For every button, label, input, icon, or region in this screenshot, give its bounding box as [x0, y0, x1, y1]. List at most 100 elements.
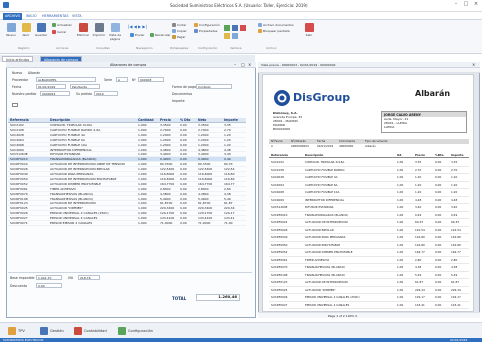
- pdf-cell: EMISOR UNIVERSAL 4 CANALES: [305, 302, 350, 307]
- table-row[interactable]: SUCRF0071 EMISOR EMISOR 2 CANALES 1,000 71,…: [8, 221, 246, 226]
- pdf-nav-bar[interactable]: Page 1 of 2 100% ▾: [258, 312, 480, 318]
- print-button[interactable]: Imprimir: [92, 23, 106, 41]
- pdf-row: SUCRF0123 ACTUADOR DE INTERRUPCION 1,00 61,…: [269, 279, 469, 287]
- pdf-cell: 129,17: [451, 295, 461, 299]
- list-icon[interactable]: [232, 33, 238, 39]
- pdf-row: SUC4064 CARTUCHO FUSIBLE 6A 1,00 1,20 0,00 1,…: [269, 182, 469, 189]
- paste-button[interactable]: Pegar: [172, 35, 186, 39]
- paste-icon: [172, 35, 176, 39]
- cascade-icon[interactable]: [232, 25, 238, 31]
- properties-icon: [194, 29, 198, 33]
- estado-select[interactable]: Pendiente: [70, 84, 100, 89]
- window-buttons[interactable]: [224, 25, 254, 39]
- pdf-cell: 4,38: [415, 265, 422, 269]
- pdf-col-referencia: Referencia: [271, 153, 288, 157]
- pdf-cell: 2,70: [451, 167, 458, 172]
- open-button[interactable]: Abrir: [19, 23, 33, 41]
- su-pedido-input[interactable]: 2019: [94, 91, 118, 96]
- save-button[interactable]: Guardar: [34, 23, 48, 41]
- nuestro-pedido-input[interactable]: 0000024: [40, 91, 70, 96]
- nav-arrows[interactable]: |◀ ◀ ▶ ▶|: [128, 24, 147, 29]
- pdf-cell: 0,00: [435, 235, 442, 239]
- pdf-cell: 1,00: [397, 175, 404, 179]
- refresh-button[interactable]: Actualizar: [52, 23, 72, 27]
- pdf-table-header: Referencia Descripción Ud. Precio %Dto. …: [269, 153, 469, 158]
- module-configuracion[interactable]: Configuración: [118, 327, 153, 335]
- pdf-cell: 61,87: [451, 280, 460, 284]
- maximize-icon[interactable]: □: [462, 1, 470, 8]
- tab-albaranes[interactable]: Albaranes de compra: [40, 55, 83, 62]
- tab-inicio-articulos[interactable]: Inicio artículos: [2, 55, 34, 62]
- totals-divider: [8, 272, 252, 273]
- properties-button[interactable]: Propiedades: [194, 29, 217, 33]
- pdf-cell: 61,87: [415, 280, 424, 284]
- pdf-cell: 1,00: [397, 272, 404, 277]
- pdf-row: SUC4069 INTERRUPTOR DIFERENCIAL 1,00 4,48 0,…: [269, 197, 469, 204]
- refresh-icon: [52, 23, 56, 27]
- recalc-button[interactable]: Recalcular: [150, 33, 171, 37]
- doc-title: Albarán: [415, 89, 451, 98]
- pdf-cell: 1,00: [397, 182, 404, 187]
- send-button[interactable]: Enviar: [130, 33, 144, 37]
- new-button[interactable]: Nuevo: [4, 23, 18, 41]
- lines-table-body: SUC2102 CORTACIR. TRIPOLAR 3x16A 1,000 3,35…: [8, 123, 246, 228]
- pdf-cell: 1,00: [397, 280, 404, 284]
- module-gestion[interactable]: Gestión: [40, 327, 64, 335]
- fecha-input[interactable]: 01/01/2019: [36, 84, 66, 89]
- tile-icon[interactable]: [240, 25, 246, 31]
- option-checkbox[interactable]: [12, 103, 18, 107]
- menu-vista[interactable]: VISTA: [72, 14, 82, 18]
- exit-button[interactable]: Salir: [302, 23, 316, 41]
- client-block: JORGE CALVO ARENY Avda. Mayor, 21 28001 …: [381, 111, 467, 133]
- pdf-cell: 0,00: [435, 190, 442, 194]
- title-bar: Sociedad Suministros Eléctricos S.A. (Us…: [0, 0, 482, 12]
- menu-inicio[interactable]: INICIO: [26, 14, 37, 18]
- minimize-icon[interactable]: –: [452, 1, 460, 8]
- form-close-icon[interactable]: ×: [248, 62, 251, 67]
- proveedor-input[interactable]: ALBAQUIPEL: [36, 77, 96, 82]
- preview-button[interactable]: Vista de página: [108, 23, 122, 41]
- delete-button[interactable]: Eliminar: [76, 23, 90, 41]
- pdf-cell: 116,80: [451, 242, 461, 247]
- pdf-cell: CARTUCHO FUSIBLE 10A: [305, 190, 340, 194]
- pdf-cell: TRANSADHESIVAS (BLANCO): [305, 272, 346, 277]
- cut-button[interactable]: Cortar: [172, 23, 186, 27]
- pdf-close-icon[interactable]: ×: [472, 62, 475, 67]
- table-cell: 71,0000: [198, 221, 211, 225]
- close-icon[interactable]: ×: [472, 1, 480, 8]
- copy-icon: [172, 29, 176, 33]
- config-button[interactable]: Configuración: [194, 23, 220, 27]
- pdf-cell: 143,41: [415, 302, 425, 307]
- pdf-cell: 3,40: [415, 205, 422, 209]
- gestion-icon: [40, 327, 48, 335]
- pdf-toolbar[interactable]: [258, 68, 480, 73]
- window-icon[interactable]: [224, 25, 230, 31]
- pdf-cell: 116,80: [451, 235, 461, 239]
- lock-screen-button[interactable]: Bloquear pantalla: [258, 29, 290, 33]
- pdf-row: SUCRF0049 ACTUADOR PARA PERSIANAS 1,00 116,…: [269, 234, 469, 242]
- close-doc-button[interactable]: Cerrar: [52, 30, 66, 34]
- serie-input[interactable]: A: [116, 77, 128, 82]
- documentos-label: Documentos: [172, 92, 193, 96]
- grid-icon[interactable]: [224, 33, 230, 39]
- menu-herramientas[interactable]: HERRAMIENTAS: [42, 14, 68, 18]
- module-contabilidad[interactable]: Contabilidad: [74, 327, 107, 335]
- fecha-label: Fecha: [12, 85, 22, 89]
- status-bar: SUMINISTROS ELECTRICOS 02/01/2019: [0, 338, 482, 342]
- copy-button[interactable]: Copiar: [172, 29, 187, 33]
- pdf-cell: 164,77: [415, 250, 425, 254]
- company-nif: B00000000: [273, 127, 291, 131]
- form-maximize-icon[interactable]: □: [241, 62, 245, 67]
- meta-cliente: 40000000: [339, 144, 354, 148]
- status-left: SUMINISTROS ELECTRICOS: [3, 338, 44, 342]
- pdf-col-ud: Ud.: [397, 153, 403, 157]
- numero-input[interactable]: 000003: [138, 77, 164, 82]
- pdf-cell: 0,00: [435, 205, 442, 209]
- archive-docs-button[interactable]: Archivo documentos: [258, 23, 294, 27]
- pdf-row: SUCRF0070 TRANSADHESIVAS (BLANCO) 1,00 4,38…: [269, 264, 469, 272]
- forma-pago-select[interactable]: Contado: [196, 84, 232, 89]
- pdf-cell: 1,00: [397, 235, 404, 239]
- module-tpv[interactable]: TPV: [8, 327, 25, 335]
- menu-archivo[interactable]: ARCHIVO: [3, 12, 23, 20]
- form-minimize-icon[interactable]: –: [234, 62, 236, 67]
